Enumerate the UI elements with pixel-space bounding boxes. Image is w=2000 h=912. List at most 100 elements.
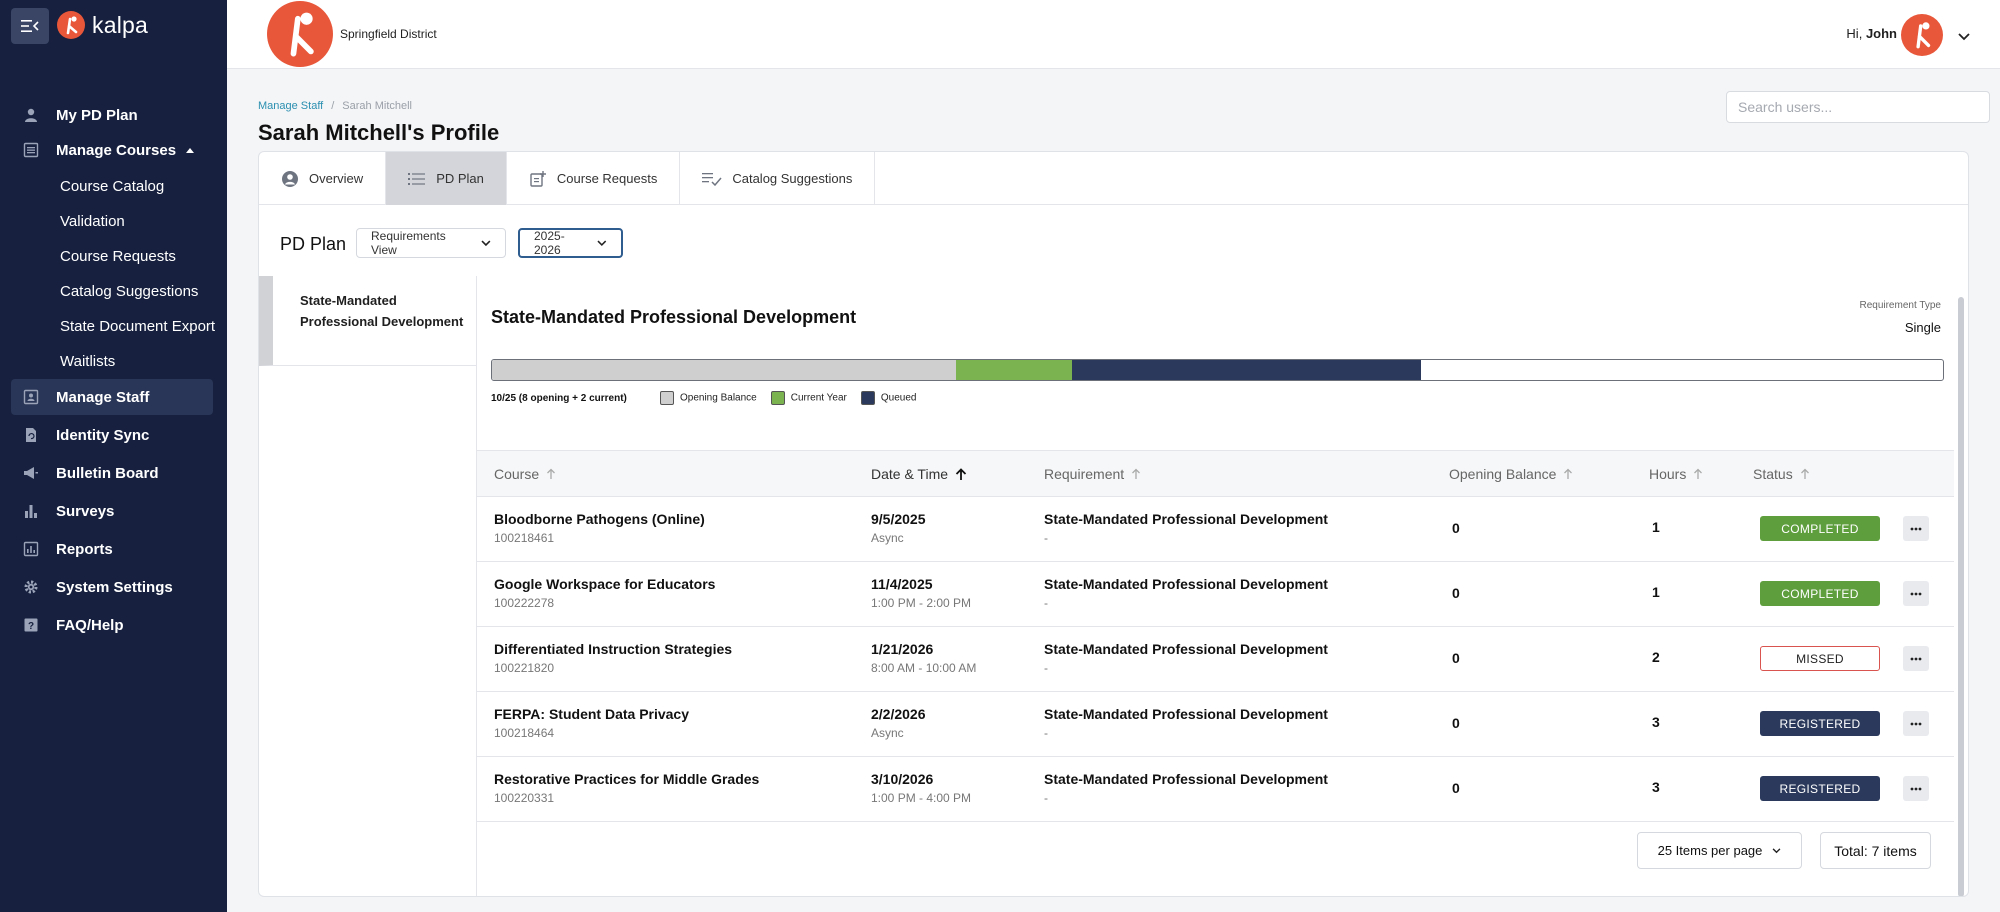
requirement-cell: State-Mandated Professional Development … <box>1044 641 1328 675</box>
sidebar-item-identity-sync[interactable]: Identity Sync <box>11 417 213 453</box>
sidebar-item-bulletin-board[interactable]: Bulletin Board <box>11 455 213 491</box>
row-requirement: State-Mandated Professional Development <box>1044 706 1328 722</box>
tab-label: Course Requests <box>556 171 658 186</box>
requirement-nav-item[interactable]: State-Mandated Professional Development <box>259 276 477 366</box>
user-circle-icon <box>282 170 298 187</box>
sidebar-subitem-course-requests[interactable]: Course Requests <box>60 248 176 265</box>
chevron-down-icon <box>597 240 607 246</box>
sidebar-item-surveys[interactable]: Surveys <box>11 493 213 529</box>
sidebar-subitem-waitlists[interactable]: Waitlists <box>60 353 115 370</box>
sidebar-collapse-button[interactable] <box>11 8 49 44</box>
table-row[interactable]: Differentiated Instruction Strategies 10… <box>477 627 1954 692</box>
sidebar-item-label: FAQ/Help <box>56 616 124 634</box>
table-row[interactable]: Google Workspace for Educators 100222278… <box>477 562 1954 627</box>
column-label: Course <box>494 466 540 482</box>
course-date: 3/10/2026 <box>871 771 934 787</box>
course-name[interactable]: Differentiated Instruction Strategies <box>494 641 732 657</box>
caret-up-icon <box>186 147 195 153</box>
more-horizontal-icon <box>1910 787 1922 790</box>
column-header-hours[interactable]: Hours <box>1649 466 1703 482</box>
sort-arrow-icon <box>1564 468 1573 479</box>
tab-overview[interactable]: Overview <box>259 152 387 205</box>
course-name[interactable]: Google Workspace for Educators <box>494 576 715 592</box>
sidebar-item-label: Identity Sync <box>56 426 150 444</box>
brand-logo[interactable]: kalpa <box>57 11 148 39</box>
column-header-date-time[interactable]: Date & Time <box>871 466 967 482</box>
row-actions-button[interactable] <box>1903 581 1929 606</box>
items-per-page-dropdown[interactable]: 25 Items per page <box>1637 832 1802 869</box>
profile-card: Overview PD Plan Course Requests Catalog… <box>258 151 1969 897</box>
row-requirement-sub: - <box>1044 726 1048 740</box>
top-header: Springfield District Hi, John <box>227 0 2000 69</box>
hours-value: 1 <box>1652 519 1660 535</box>
sidebar-item-manage-courses[interactable]: Manage Courses <box>11 132 213 168</box>
list-icon <box>408 172 426 185</box>
tab-label: PD Plan <box>436 171 484 186</box>
column-header-requirement[interactable]: Requirement <box>1044 466 1141 482</box>
column-header-course[interactable]: Course <box>494 466 556 482</box>
table-row[interactable]: Restorative Practices for Middle Grades … <box>477 757 1954 822</box>
breadcrumb-manage-staff[interactable]: Manage Staff <box>258 100 323 112</box>
sidebar-item-manage-staff[interactable]: Manage Staff <box>11 379 213 415</box>
legend-label: Queued <box>880 392 917 404</box>
requirement-cell: State-Mandated Professional Development … <box>1044 706 1328 740</box>
search-input[interactable] <box>1726 91 1990 123</box>
sidebar-item-label: Surveys <box>56 502 115 520</box>
row-actions-button[interactable] <box>1903 776 1929 801</box>
sidebar-item-label: Manage Staff <box>56 388 150 406</box>
pd-plan-label: PD Plan <box>280 234 347 254</box>
date-cell: 11/4/2025 1:00 PM - 2:00 PM <box>871 576 971 610</box>
row-actions-button[interactable] <box>1903 711 1929 736</box>
breadcrumb-current: Sarah Mitchell <box>342 100 412 112</box>
hours-value: 2 <box>1652 649 1660 665</box>
brand-name: kalpa <box>92 11 148 38</box>
user-greeting[interactable]: Hi, John <box>1846 26 1897 41</box>
requirement-type-label: Requirement Type <box>1859 300 1941 311</box>
view-dropdown[interactable]: Requirements View <box>356 228 506 258</box>
district-name: Springfield District <box>340 27 437 41</box>
column-header-opening-balance[interactable]: Opening Balance <box>1449 466 1573 482</box>
table-row[interactable]: Bloodborne Pathogens (Online) 100218461 … <box>477 497 1954 562</box>
progress-queued-segment <box>1072 360 1421 380</box>
legend-queued: Queued <box>860 391 917 405</box>
add-document-icon <box>530 170 546 187</box>
year-dropdown[interactable]: 2025-2026 <box>518 228 623 258</box>
sidebar-subitem-validation[interactable]: Validation <box>60 213 125 230</box>
file-sync-icon <box>21 425 41 445</box>
tab-catalog-suggestions[interactable]: Catalog Suggestions <box>680 152 876 205</box>
status-badge: REGISTERED <box>1760 776 1880 801</box>
status-badge: REGISTERED <box>1760 711 1880 736</box>
requirement-title: State-Mandated Professional Development <box>491 307 857 327</box>
sidebar-item-system-settings[interactable]: System Settings <box>11 569 213 605</box>
progress-opening-segment <box>492 360 957 380</box>
table-row[interactable]: FERPA: Student Data Privacy 100218464 2/… <box>477 692 1954 757</box>
sidebar-item-faq-help[interactable]: ? FAQ/Help <box>11 607 213 643</box>
legend-current: Current Year <box>770 391 847 405</box>
sidebar-subitem-state-document-export[interactable]: State Document Export <box>60 318 215 335</box>
sidebar-item-my-pd-plan[interactable]: My PD Plan <box>11 97 213 133</box>
sidebar-subitem-catalog-suggestions[interactable]: Catalog Suggestions <box>60 283 198 300</box>
row-actions-button[interactable] <box>1903 516 1929 541</box>
sidebar-subitem-course-catalog[interactable]: Course Catalog <box>60 178 164 195</box>
chevron-down-icon[interactable] <box>1958 28 1970 46</box>
requirement-cell: State-Mandated Professional Development … <box>1044 771 1328 805</box>
sort-arrow-icon <box>1132 468 1141 479</box>
person-icon <box>21 105 41 125</box>
kalpa-logo-icon <box>57 11 85 39</box>
content-scrollbar[interactable] <box>1958 297 1964 896</box>
avatar[interactable] <box>1901 14 1943 56</box>
course-id: 100220331 <box>494 791 555 805</box>
course-id: 100221820 <box>494 661 555 675</box>
course-name[interactable]: Restorative Practices for Middle Grades <box>494 771 759 787</box>
sidebar-item-reports[interactable]: Reports <box>11 531 213 567</box>
tab-pd-plan[interactable]: PD Plan <box>386 152 507 205</box>
column-header-status[interactable]: Status <box>1753 466 1810 482</box>
course-name[interactable]: Bloodborne Pathogens (Online) <box>494 511 705 527</box>
legend-label: Opening Balance <box>680 392 757 404</box>
course-name[interactable]: FERPA: Student Data Privacy <box>494 706 689 722</box>
date-cell: 2/2/2026 Async <box>871 706 926 740</box>
tab-course-requests[interactable]: Course Requests <box>507 152 681 205</box>
progress-current-segment <box>956 360 1073 380</box>
row-actions-button[interactable] <box>1903 646 1929 671</box>
megaphone-icon <box>21 463 41 483</box>
